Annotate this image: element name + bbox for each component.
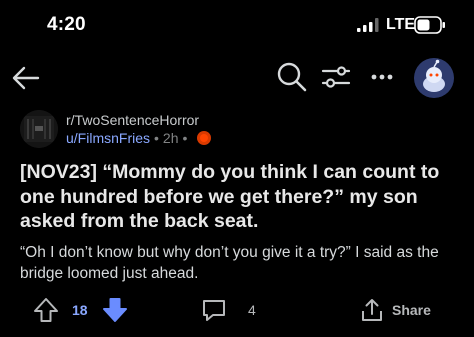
separator-dot: • [154, 130, 159, 146]
post-actions: 18 4 Share [0, 294, 474, 328]
back-arrow-icon[interactable] [10, 62, 42, 94]
network-type: LTE [386, 16, 416, 33]
comment-count: 4 [248, 302, 256, 318]
signal-bars-icon [357, 18, 379, 32]
separator-dot: • [182, 130, 188, 146]
battery-icon [414, 16, 445, 34]
subreddit-name[interactable]: r/TwoSentenceHorror [66, 112, 199, 128]
vote-count: 18 [72, 302, 88, 318]
author-name[interactable]: u/FilmsnFries [66, 130, 150, 146]
search-icon[interactable] [276, 61, 308, 93]
clock-time: 4:20 [47, 14, 86, 35]
author-line: u/FilmsnFries • 2h • [66, 130, 212, 146]
downvote-icon[interactable] [102, 297, 128, 323]
user-avatar-icon[interactable] [414, 58, 454, 98]
filter-icon[interactable] [320, 61, 352, 93]
subreddit-avatar[interactable] [20, 110, 58, 148]
post-title: [NOV23] “Mommy do you think I can count … [20, 161, 440, 232]
comment-icon[interactable] [201, 298, 227, 322]
post-header: r/TwoSentenceHorror u/FilmsnFries • 2h • [20, 110, 460, 152]
status-bar: 4:20 LTE [0, 0, 474, 52]
post-age: 2h [162, 130, 179, 146]
more-icon[interactable] [366, 61, 398, 93]
share-icon[interactable] [360, 297, 384, 323]
share-button[interactable]: Share [392, 302, 431, 318]
upvote-icon[interactable] [33, 297, 59, 323]
award-icon[interactable] [197, 131, 212, 145]
post-toolbar [0, 56, 474, 100]
post-body: “Oh I don’t know but why don’t you give … [20, 244, 439, 282]
